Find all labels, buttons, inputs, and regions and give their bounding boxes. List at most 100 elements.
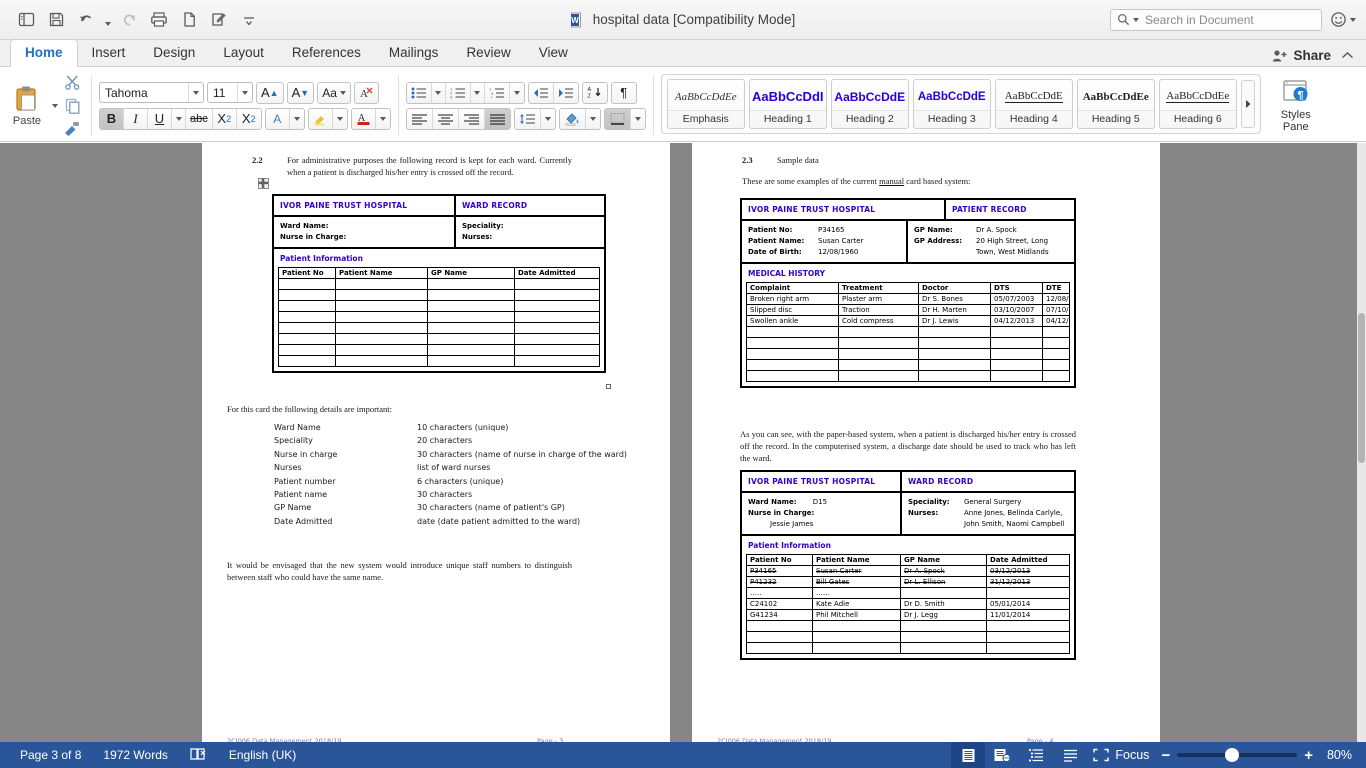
tab-mailings[interactable]: Mailings: [375, 40, 453, 66]
align-justify-button[interactable]: [484, 108, 510, 129]
proofing-errors-icon[interactable]: [190, 747, 207, 764]
feedback-dropdown-icon[interactable]: [1350, 17, 1356, 22]
style-heading-5[interactable]: AaBbCcDdEe Heading 5: [1076, 79, 1155, 129]
font-color-chevron-icon[interactable]: [376, 109, 390, 129]
new-document-icon[interactable]: [175, 7, 203, 33]
sidebar-toggle-icon[interactable]: [12, 7, 40, 33]
grow-font-button[interactable]: A ▲: [256, 81, 284, 104]
line-spacing-chevron-icon[interactable]: [541, 109, 555, 129]
document-page-4[interactable]: 2.3 Sample data These are some examples …: [692, 143, 1160, 742]
zoom-level[interactable]: 80%: [1319, 748, 1366, 762]
cut-scissors-icon[interactable]: [60, 73, 84, 93]
subscript-button[interactable]: X2: [213, 108, 237, 129]
style-heading-4[interactable]: AaBbCcDdE Heading 4: [994, 79, 1073, 129]
copy-icon[interactable]: [60, 96, 84, 116]
document-page-3[interactable]: 2.2 For administrative purposes the foll…: [202, 143, 670, 742]
zoom-slider[interactable]: [1177, 748, 1298, 762]
multilevel-list-button[interactable]: 1ai: [485, 82, 510, 103]
vertical-scrollbar[interactable]: [1357, 143, 1366, 742]
style-heading-2[interactable]: AaBbCcDdE Heading 2: [830, 79, 909, 129]
tab-references[interactable]: References: [278, 40, 375, 66]
bullets-button[interactable]: [407, 82, 432, 103]
font-size-select[interactable]: 11: [207, 82, 253, 103]
line-spacing-button[interactable]: [515, 108, 541, 129]
show-formatting-marks-button[interactable]: ¶: [612, 83, 636, 103]
search-options-chevron-icon[interactable]: [1133, 17, 1139, 22]
sort-button[interactable]: AZ: [583, 83, 607, 103]
focus-mode-button[interactable]: Focus: [1087, 748, 1161, 762]
strikethrough-button[interactable]: abc: [186, 108, 213, 129]
page-indicator[interactable]: Page 3 of 8: [20, 748, 81, 762]
customize-toolbar-icon[interactable]: [235, 7, 263, 33]
redo-icon[interactable]: [115, 7, 143, 33]
web-layout-icon[interactable]: [985, 742, 1019, 768]
change-case-button[interactable]: Aa: [317, 81, 351, 104]
undo-dropdown-icon[interactable]: [102, 7, 113, 33]
tab-insert[interactable]: Insert: [78, 40, 140, 66]
multilevel-chevron-icon[interactable]: [510, 83, 524, 103]
decrease-indent-button[interactable]: [529, 82, 554, 103]
print-icon[interactable]: [145, 7, 173, 33]
outline-icon[interactable]: [1019, 742, 1053, 768]
tab-home[interactable]: Home: [10, 39, 78, 67]
object-anchor-handle[interactable]: ➕: [258, 178, 269, 189]
paste-dropdown-icon[interactable]: [49, 83, 60, 129]
zoom-slider-knob[interactable]: [1225, 748, 1240, 762]
style-heading-3[interactable]: AaBbCcDdE Heading 3: [912, 79, 991, 129]
bold-button[interactable]: B: [100, 108, 124, 129]
share-button[interactable]: Share: [1272, 48, 1331, 63]
text-effects-button[interactable]: A: [266, 108, 290, 129]
document-canvas[interactable]: 2.2 For administrative purposes the foll…: [0, 143, 1366, 742]
shrink-font-button[interactable]: A ▼: [286, 81, 315, 104]
underline-dropdown-icon[interactable]: [172, 108, 186, 129]
superscript-button[interactable]: X2: [237, 109, 261, 129]
draft-icon[interactable]: [1053, 742, 1087, 768]
align-center-button[interactable]: [433, 108, 459, 129]
tab-review[interactable]: Review: [452, 40, 524, 66]
save-icon[interactable]: [42, 7, 70, 33]
styles-pane-button[interactable]: ¶ Styles Pane: [1267, 70, 1325, 141]
word-count[interactable]: 1972 Words: [103, 748, 167, 762]
print-layout-icon[interactable]: [951, 742, 986, 768]
clear-formatting-button[interactable]: A: [353, 81, 379, 104]
font-family-select[interactable]: Tahoma: [99, 82, 204, 103]
tab-view[interactable]: View: [525, 40, 582, 66]
numbering-button[interactable]: 123: [446, 82, 471, 103]
bullets-chevron-icon[interactable]: [432, 82, 446, 103]
shading-button[interactable]: [560, 108, 586, 129]
text-effects-chevron-icon[interactable]: [290, 109, 304, 129]
table-resize-handle[interactable]: [606, 384, 611, 389]
styles-gallery-next-button[interactable]: [1240, 80, 1255, 128]
increase-indent-button[interactable]: [554, 83, 578, 103]
borders-chevron-icon[interactable]: [631, 109, 645, 129]
style-heading-1[interactable]: AaBbCcDdI Heading 1: [748, 79, 827, 129]
font-size-chevron-icon[interactable]: [237, 83, 252, 102]
undo-icon[interactable]: [72, 7, 100, 33]
style-emphasis[interactable]: AaBbCcDdEe Emphasis: [666, 79, 745, 129]
tab-layout[interactable]: Layout: [209, 40, 278, 66]
format-painter-icon[interactable]: [60, 119, 84, 139]
zoom-control[interactable]: − +: [1161, 747, 1319, 764]
highlight-color-button[interactable]: [309, 108, 333, 129]
collapse-ribbon-icon[interactable]: [1341, 51, 1354, 60]
shading-chevron-icon[interactable]: [586, 109, 600, 129]
align-left-button[interactable]: [407, 108, 433, 129]
language-indicator[interactable]: English (UK): [229, 748, 296, 762]
highlight-chevron-icon[interactable]: [333, 109, 347, 129]
underline-button[interactable]: U: [148, 108, 172, 129]
style-heading-6[interactable]: AaBbCcDdEe Heading 6: [1158, 79, 1237, 129]
numbering-chevron-icon[interactable]: [471, 82, 485, 103]
paste-button[interactable]: Paste: [5, 70, 49, 141]
zoom-out-button[interactable]: −: [1161, 747, 1170, 764]
edit-document-icon[interactable]: [205, 7, 233, 33]
font-family-chevron-icon[interactable]: [188, 83, 203, 102]
align-right-button[interactable]: [459, 108, 485, 129]
italic-button[interactable]: I: [124, 108, 148, 129]
feedback-smiley-button[interactable]: [1330, 11, 1356, 28]
tab-design[interactable]: Design: [139, 40, 209, 66]
borders-button[interactable]: [604, 108, 631, 129]
search-input[interactable]: Search in Document: [1110, 8, 1322, 31]
font-color-button[interactable]: A: [352, 108, 376, 129]
zoom-in-button[interactable]: +: [1304, 747, 1313, 764]
scrollbar-thumb[interactable]: [1358, 313, 1365, 463]
